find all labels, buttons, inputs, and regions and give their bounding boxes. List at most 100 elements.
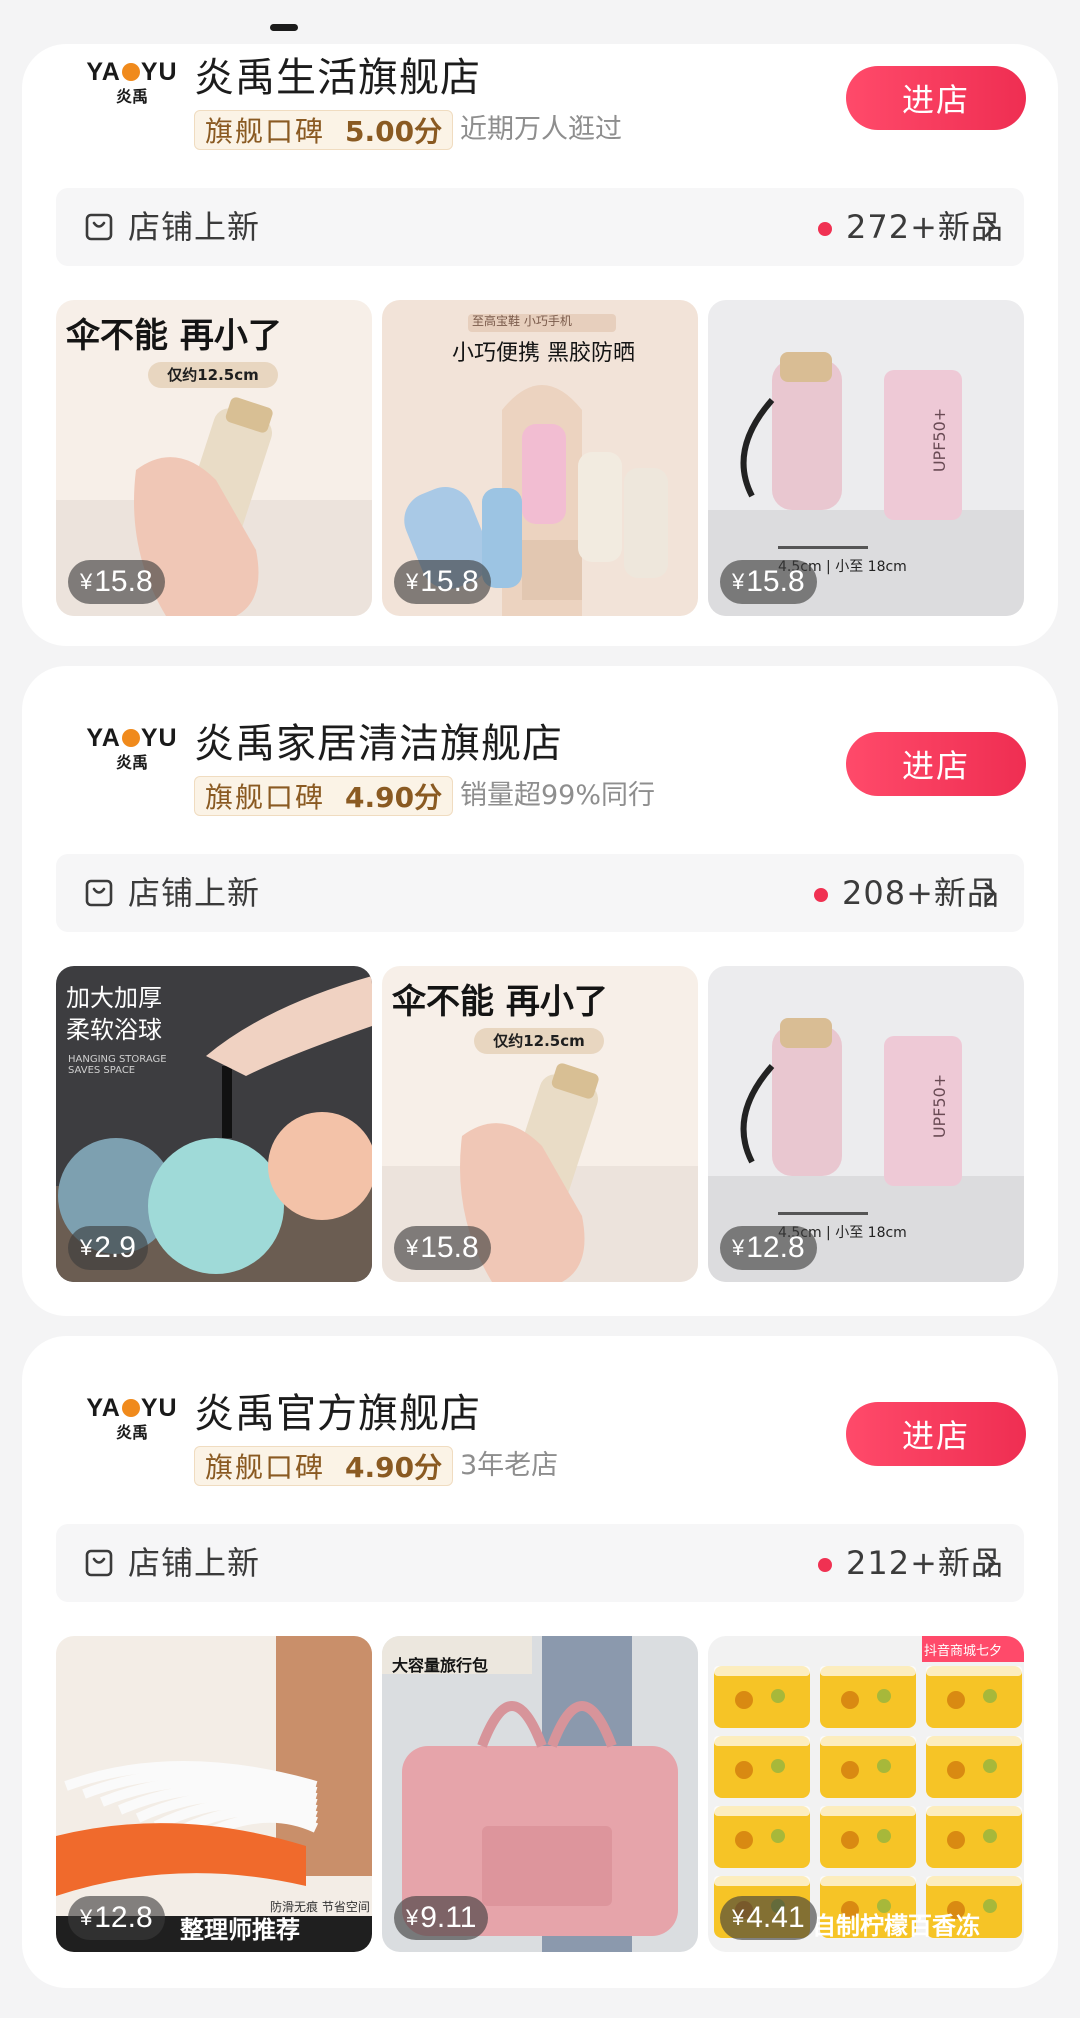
- shopping-bag-icon: [85, 213, 113, 241]
- product-price-value: 12.8: [94, 1901, 153, 1934]
- product-price: ¥4.41: [720, 1896, 817, 1940]
- new-arrivals-count: 272+新品: [846, 208, 1004, 246]
- product-price: ¥15.8: [394, 560, 491, 604]
- rating-badge: 旗舰口碑 5.00分: [194, 110, 454, 150]
- store-name[interactable]: 炎禹家居清洁旗舰店: [194, 718, 563, 770]
- rating-badge: 旗舰口碑 4.90分: [194, 776, 454, 816]
- product-price: ¥15.8: [68, 560, 165, 604]
- rating-badge-label: 旗舰口碑: [205, 115, 326, 148]
- product-caption: 小巧便携 黑胶防晒: [452, 341, 635, 366]
- logo-wordmark-right: YU: [140, 1394, 178, 1422]
- new-arrivals-bar[interactable]: 店铺上新 208+新品: [56, 854, 1024, 932]
- product-thumbnail[interactable]: 大容量旅行包 ¥9.11: [382, 1636, 698, 1952]
- product-price: ¥15.8: [720, 560, 817, 604]
- logo-wordmark-left: YA: [86, 58, 121, 86]
- product-tag: 抖音商城七夕: [924, 1644, 1003, 1659]
- product-thumbnails: 整理师推荐 防滑无痕 节省空间 ¥12.8 大容量旅行包 ¥9.11 自制柠檬百香冻 抖音商…: [56, 1636, 1024, 1952]
- rating-badge-label: 旗舰口碑: [205, 1451, 326, 1484]
- product-caption: UPF50+: [930, 407, 950, 473]
- rating-score: 5.00分: [345, 115, 443, 148]
- logo-sun-icon: [121, 63, 140, 81]
- store-logo[interactable]: YA YU 炎禹: [70, 724, 194, 780]
- store-card: YA YU 炎禹 炎禹家居清洁旗舰店旗舰口碑 4.90分 销量超99%同行 进店店铺上新 20…: [22, 666, 1058, 1316]
- new-arrivals-label: 店铺上新: [128, 1544, 261, 1582]
- logo-wordmark: YA YU: [86, 58, 177, 86]
- store-logo[interactable]: YA YU 炎禹: [70, 58, 194, 114]
- store-card: YA YU 炎禹 炎禹生活旗舰店旗舰口碑 5.00分 近期万人逛过 进店店铺上新 272+新品…: [22, 44, 1058, 646]
- product-thumbnails: 伞不能 再小了 仅约12.5cm ¥15.8 小巧便携 黑胶防晒 至高宝鞋 小巧手机 ¥1…: [56, 300, 1024, 616]
- product-price: ¥12.8: [68, 1896, 165, 1940]
- chevron-right-icon: [984, 882, 996, 904]
- product-thumbnail[interactable]: 自制柠檬百香冻 抖音商城七夕 ¥4.41: [708, 1636, 1024, 1952]
- logo-wordmark-right: YU: [140, 724, 178, 752]
- shopping-bag-icon: [85, 879, 113, 907]
- product-caption: 伞不能 再小了: [66, 316, 282, 356]
- product-thumbnail[interactable]: 伞不能 再小了 仅约12.5cm ¥15.8: [56, 300, 372, 616]
- product-caption: 整理师推荐: [180, 1916, 300, 1944]
- currency-symbol: ¥: [406, 569, 419, 594]
- shopping-bag-icon: [85, 1549, 113, 1577]
- store-name[interactable]: 炎禹官方旗舰店: [194, 1388, 481, 1440]
- product-tag: 至高宝鞋 小巧手机: [472, 314, 572, 328]
- new-indicator-dot: [814, 888, 828, 902]
- logo-wordmark: YA YU: [86, 1394, 177, 1422]
- rating-badge: 旗舰口碑 4.90分: [194, 1446, 454, 1486]
- store-card: YA YU 炎禹 炎禹官方旗舰店旗舰口碑 4.90分 3年老店 进店店铺上新 212+新品整理…: [22, 1336, 1058, 1988]
- product-thumbnails: 加大加厚 柔软浴球 HANGING STORAGE SAVES SPACE ¥2.9…: [56, 966, 1024, 1282]
- currency-symbol: ¥: [80, 569, 93, 594]
- product-price-value: 12.8: [746, 1231, 805, 1264]
- product-thumbnail[interactable]: UPF50+ 4.5cm | 小至 18cm ¥15.8: [708, 300, 1024, 616]
- currency-symbol: ¥: [732, 569, 745, 594]
- enter-store-button[interactable]: 进店: [846, 732, 1026, 796]
- currency-symbol: ¥: [732, 1905, 745, 1930]
- product-price-value: 15.8: [746, 565, 805, 598]
- product-tag: 仅约12.5cm: [493, 1032, 585, 1050]
- logo-wordmark-left: YA: [86, 724, 121, 752]
- new-indicator-dot: [818, 1558, 832, 1572]
- product-caption: UPF50+: [930, 1073, 950, 1139]
- product-price: ¥15.8: [394, 1226, 491, 1270]
- product-caption: 加大加厚 柔软浴球: [66, 984, 162, 1044]
- store-highlight: 近期万人逛过: [460, 114, 622, 145]
- currency-symbol: ¥: [80, 1235, 93, 1260]
- product-price: ¥2.9: [68, 1226, 148, 1270]
- logo-cn: 炎禹: [115, 1423, 148, 1442]
- product-tag: 防滑无痕 节省空间: [270, 1900, 370, 1914]
- new-arrivals-bar[interactable]: 店铺上新 272+新品: [56, 188, 1024, 266]
- enter-store-button[interactable]: 进店: [846, 66, 1026, 130]
- product-thumbnail[interactable]: 小巧便携 黑胶防晒 至高宝鞋 小巧手机 ¥15.8: [382, 300, 698, 616]
- logo-cn: 炎禹: [115, 87, 148, 106]
- product-thumbnail[interactable]: 加大加厚 柔软浴球 HANGING STORAGE SAVES SPACE ¥2.9: [56, 966, 372, 1282]
- product-price-value: 15.8: [420, 565, 479, 598]
- rating-score: 4.90分: [345, 781, 443, 814]
- product-price-value: 2.9: [94, 1231, 136, 1264]
- product-price-value: 15.8: [94, 565, 153, 598]
- store-logo[interactable]: YA YU 炎禹: [70, 1394, 194, 1450]
- rating-score: 4.90分: [345, 1451, 443, 1484]
- product-thumbnail[interactable]: 整理师推荐 防滑无痕 节省空间 ¥12.8: [56, 1636, 372, 1952]
- store-highlight: 3年老店: [460, 1450, 559, 1481]
- store-name[interactable]: 炎禹生活旗舰店: [194, 52, 481, 104]
- logo-cn: 炎禹: [115, 753, 148, 772]
- new-arrivals-count: 208+新品: [842, 874, 1000, 912]
- product-price-value: 4.41: [746, 1901, 805, 1934]
- currency-symbol: ¥: [406, 1235, 419, 1260]
- product-caption: 伞不能 再小了: [392, 982, 608, 1022]
- currency-symbol: ¥: [406, 1905, 419, 1930]
- product-price: ¥12.8: [720, 1226, 817, 1270]
- new-arrivals-bar[interactable]: 店铺上新 212+新品: [56, 1524, 1024, 1602]
- product-thumbnail[interactable]: UPF50+ 4.5cm | 小至 18cm ¥12.8: [708, 966, 1024, 1282]
- store-highlight: 销量超99%同行: [460, 780, 656, 811]
- logo-wordmark-left: YA: [86, 1394, 121, 1422]
- logo-wordmark-right: YU: [140, 58, 178, 86]
- new-arrivals-count: 212+新品: [846, 1544, 1004, 1582]
- product-caption: 大容量旅行包: [392, 1656, 489, 1675]
- logo-sun-icon: [121, 729, 140, 747]
- product-price-value: 15.8: [420, 1231, 479, 1264]
- new-indicator-dot: [818, 222, 832, 236]
- new-arrivals-label: 店铺上新: [128, 208, 261, 246]
- new-arrivals-label: 店铺上新: [128, 874, 261, 912]
- drag-handle[interactable]: [270, 24, 298, 31]
- enter-store-button[interactable]: 进店: [846, 1402, 1026, 1466]
- product-thumbnail[interactable]: 伞不能 再小了仅约12.5cm ¥15.8: [382, 966, 698, 1282]
